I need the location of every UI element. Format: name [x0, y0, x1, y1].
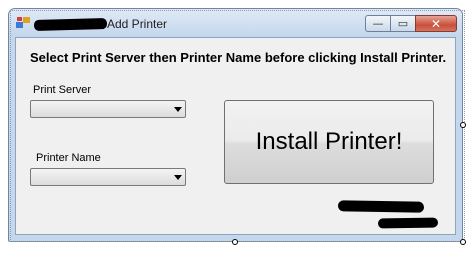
resize-handle-corner[interactable]	[460, 239, 466, 245]
designer-selection-frame	[10, 10, 465, 242]
resize-handle-bottom[interactable]	[232, 239, 238, 245]
resize-handle-right[interactable]	[460, 122, 466, 128]
